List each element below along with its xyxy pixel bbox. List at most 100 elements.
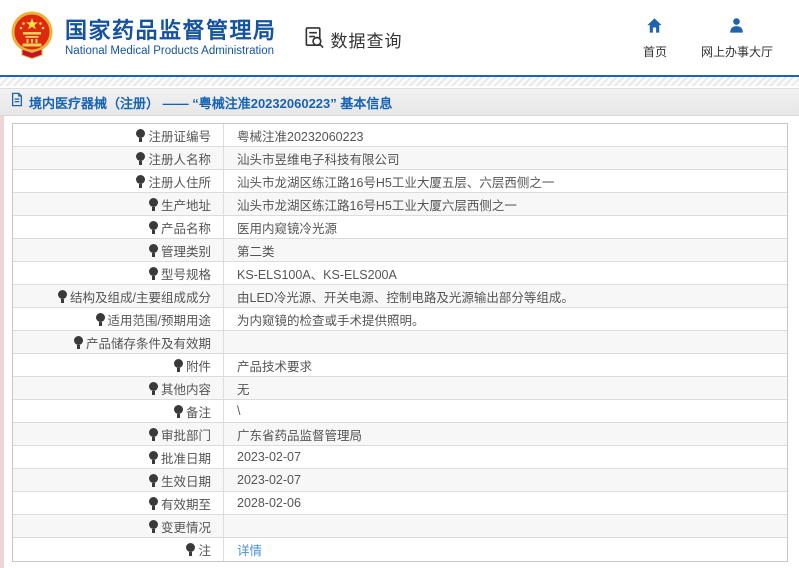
table-row: 结构及组成/主要组成成分 由LED冷光源、开关电源、控制电路及光源输出部分等组成… [13,285,787,308]
row-label: 其他内容 [13,377,224,399]
row-label-text: 其他内容 [160,382,211,397]
table-row: 有效期至 2028-02-06 [13,492,787,515]
row-value-text: \ [237,404,241,418]
note-bulb-icon [148,243,158,257]
row-value-text: 汕头市龙湖区练江路16号H5工业大厦六层西侧之一 [237,198,517,213]
detail-link[interactable]: 详情 [237,540,262,559]
data-query-label: 数据查询 [330,32,403,51]
home-icon [645,16,664,40]
nav-home[interactable]: 首页 [643,16,667,60]
table-row: 注册人名称 汕头市昱维电子科技有限公司 [13,147,787,170]
row-label-text: 产品名称 [160,221,211,236]
org-name-cn: 国家药品监督管理局 [65,17,277,43]
page-title-bar: 境内医疗器械（注册） —— “粤械注准20232060223” 基本信息 [0,88,799,116]
row-value: 汕头市龙湖区练江路16号H5工业大厦六层西侧之一 [224,193,787,215]
row-label: 注册证编号 [13,124,224,146]
table-row: 产品储存条件及有效期 [13,331,787,354]
row-label-text: 变更情况 [160,520,211,535]
row-value: 由LED冷光源、开关电源、控制电路及光源输出部分等组成。 [224,285,787,307]
row-label-text: 生效日期 [160,474,211,489]
row-label: 审批部门 [13,423,224,445]
row-label-text: 有效期至 [160,497,211,512]
note-bulb-icon [148,496,158,510]
note-bulb-icon [73,335,83,349]
row-value-text: 第二类 [237,244,275,259]
row-value-text: 2023-02-07 [237,450,301,464]
row-label: 适用范围/预期用途 [13,308,224,330]
row-value: 汕头市龙湖区练江路16号H5工业大厦五层、六层西侧之一 [224,170,787,192]
row-label-text: 注册人住所 [148,175,211,190]
info-table: 注册证编号 粤械注准20232060223 注册人名称 汕头市昱维电子科技有限公… [12,123,788,562]
note-bulb-icon [148,220,158,234]
row-label-text: 适用范围/预期用途 [107,313,211,328]
row-label: 结构及组成/主要组成成分 [13,285,224,307]
table-row: 备注 \ [13,400,787,423]
row-label-text: 批准日期 [160,451,211,466]
row-value: 医用内窥镜冷光源 [224,216,787,238]
page-document-icon [10,92,24,112]
row-value-text: 医用内窥镜冷光源 [237,221,338,236]
row-value-text: KS-ELS100A、KS-ELS200A [237,267,397,282]
nav-home-label: 首页 [642,44,667,59]
note-bulb-icon [173,358,183,372]
row-label: 型号规格 [13,262,224,284]
row-value-text: 汕头市龙湖区练江路16号H5工业大厦五层、六层西侧之一 [237,175,555,190]
user-icon [727,16,746,40]
table-row: 注册证编号 粤械注准20232060223 [13,124,787,147]
note-bulb-icon [136,174,146,188]
note-bulb-icon [173,404,183,418]
row-label-text: 备注 [185,405,211,420]
row-value: \ [224,400,787,422]
row-label: 注册人名称 [13,147,224,169]
row-value-text: 2028-02-06 [237,496,301,510]
row-value-text: 由LED冷光源、开关电源、控制电路及光源输出部分等组成。 [237,290,574,305]
note-bulb-icon [148,381,158,395]
row-label-text: 注册人名称 [148,152,211,167]
page-title: 境内医疗器械（注册） —— “粤械注准20232060223” 基本信息 [29,95,393,111]
row-value: 粤械注准20232060223 [224,124,787,146]
row-value-text: 无 [237,382,250,397]
nav-online-hall-label: 网上办事大厅 [700,44,773,59]
hatch-strip [0,77,799,86]
row-label-text: 审批部门 [160,428,211,443]
row-value-text: 为内窥镜的检查或手术提供照明。 [237,313,425,328]
note-bulb-icon [148,473,158,487]
row-value-text: 2023-02-07 [237,473,301,487]
row-value: 广东省药品监督管理局 [224,423,787,445]
header-nav: 首页 网上办事大厅 [643,16,799,60]
note-bulb-icon [136,128,146,142]
document-search-icon [303,26,326,54]
row-label: 批准日期 [13,446,224,468]
row-label: 变更情况 [13,515,224,537]
site-logo[interactable]: 国家药品监督管理局 National Medical Products Admi… [8,10,277,65]
table-row: 注册人住所 汕头市龙湖区练江路16号H5工业大厦五层、六层西侧之一 [13,170,787,193]
nav-online-hall[interactable]: 网上办事大厅 [701,16,773,60]
row-label: 有效期至 [13,492,224,514]
row-label-text: 型号规格 [160,267,211,282]
row-label-text: 注 [198,544,211,558]
data-query-section[interactable]: 数据查询 [303,26,403,54]
site-header: 国家药品监督管理局 National Medical Products Admi… [0,0,799,75]
table-row: 审批部门 广东省药品监督管理局 [13,423,787,446]
row-value [224,515,787,537]
row-label: 注册人住所 [13,170,224,192]
row-value [224,331,787,353]
note-bulb-icon [186,543,196,556]
row-label: 注 [13,538,224,561]
table-row: 生产地址 汕头市龙湖区练江路16号H5工业大厦六层西侧之一 [13,193,787,216]
note-bulb-icon [148,266,158,280]
table-row: 其他内容 无 [13,377,787,400]
row-label-text: 结构及组成/主要组成成分 [70,290,211,305]
table-row: 注 详情 [13,538,787,561]
table-row: 型号规格 KS-ELS100A、KS-ELS200A [13,262,787,285]
row-value: 详情 [224,538,787,561]
row-label: 产品名称 [13,216,224,238]
table-row: 产品名称 医用内窥镜冷光源 [13,216,787,239]
table-row: 批准日期 2023-02-07 [13,446,787,469]
note-bulb-icon [148,519,158,533]
org-name-en: National Medical Products Administration [65,45,275,58]
note-bulb-icon [148,450,158,464]
left-edge-strip [0,116,4,568]
row-label: 生效日期 [13,469,224,491]
note-bulb-icon [58,289,68,303]
